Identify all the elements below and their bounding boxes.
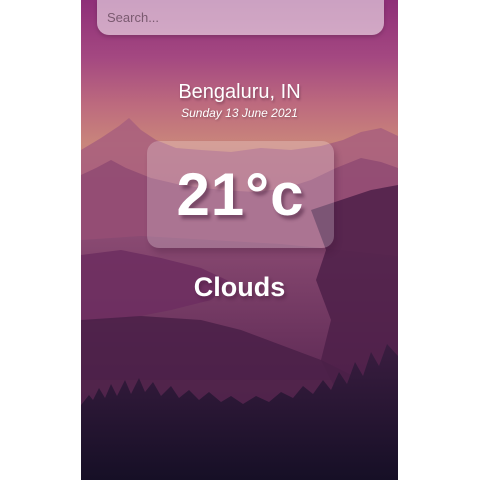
temperature-value: 21°c (176, 161, 305, 228)
current-date: Sunday 13 June 2021 (181, 106, 298, 120)
weather-app: Bengaluru, IN Sunday 13 June 2021 21°c C… (81, 0, 398, 480)
search-input[interactable] (97, 0, 384, 35)
weather-condition: Clouds (193, 272, 286, 302)
search-box[interactable] (97, 0, 384, 35)
location-name: Bengaluru, IN (178, 81, 301, 103)
temperature-card: 21°c (147, 141, 334, 248)
